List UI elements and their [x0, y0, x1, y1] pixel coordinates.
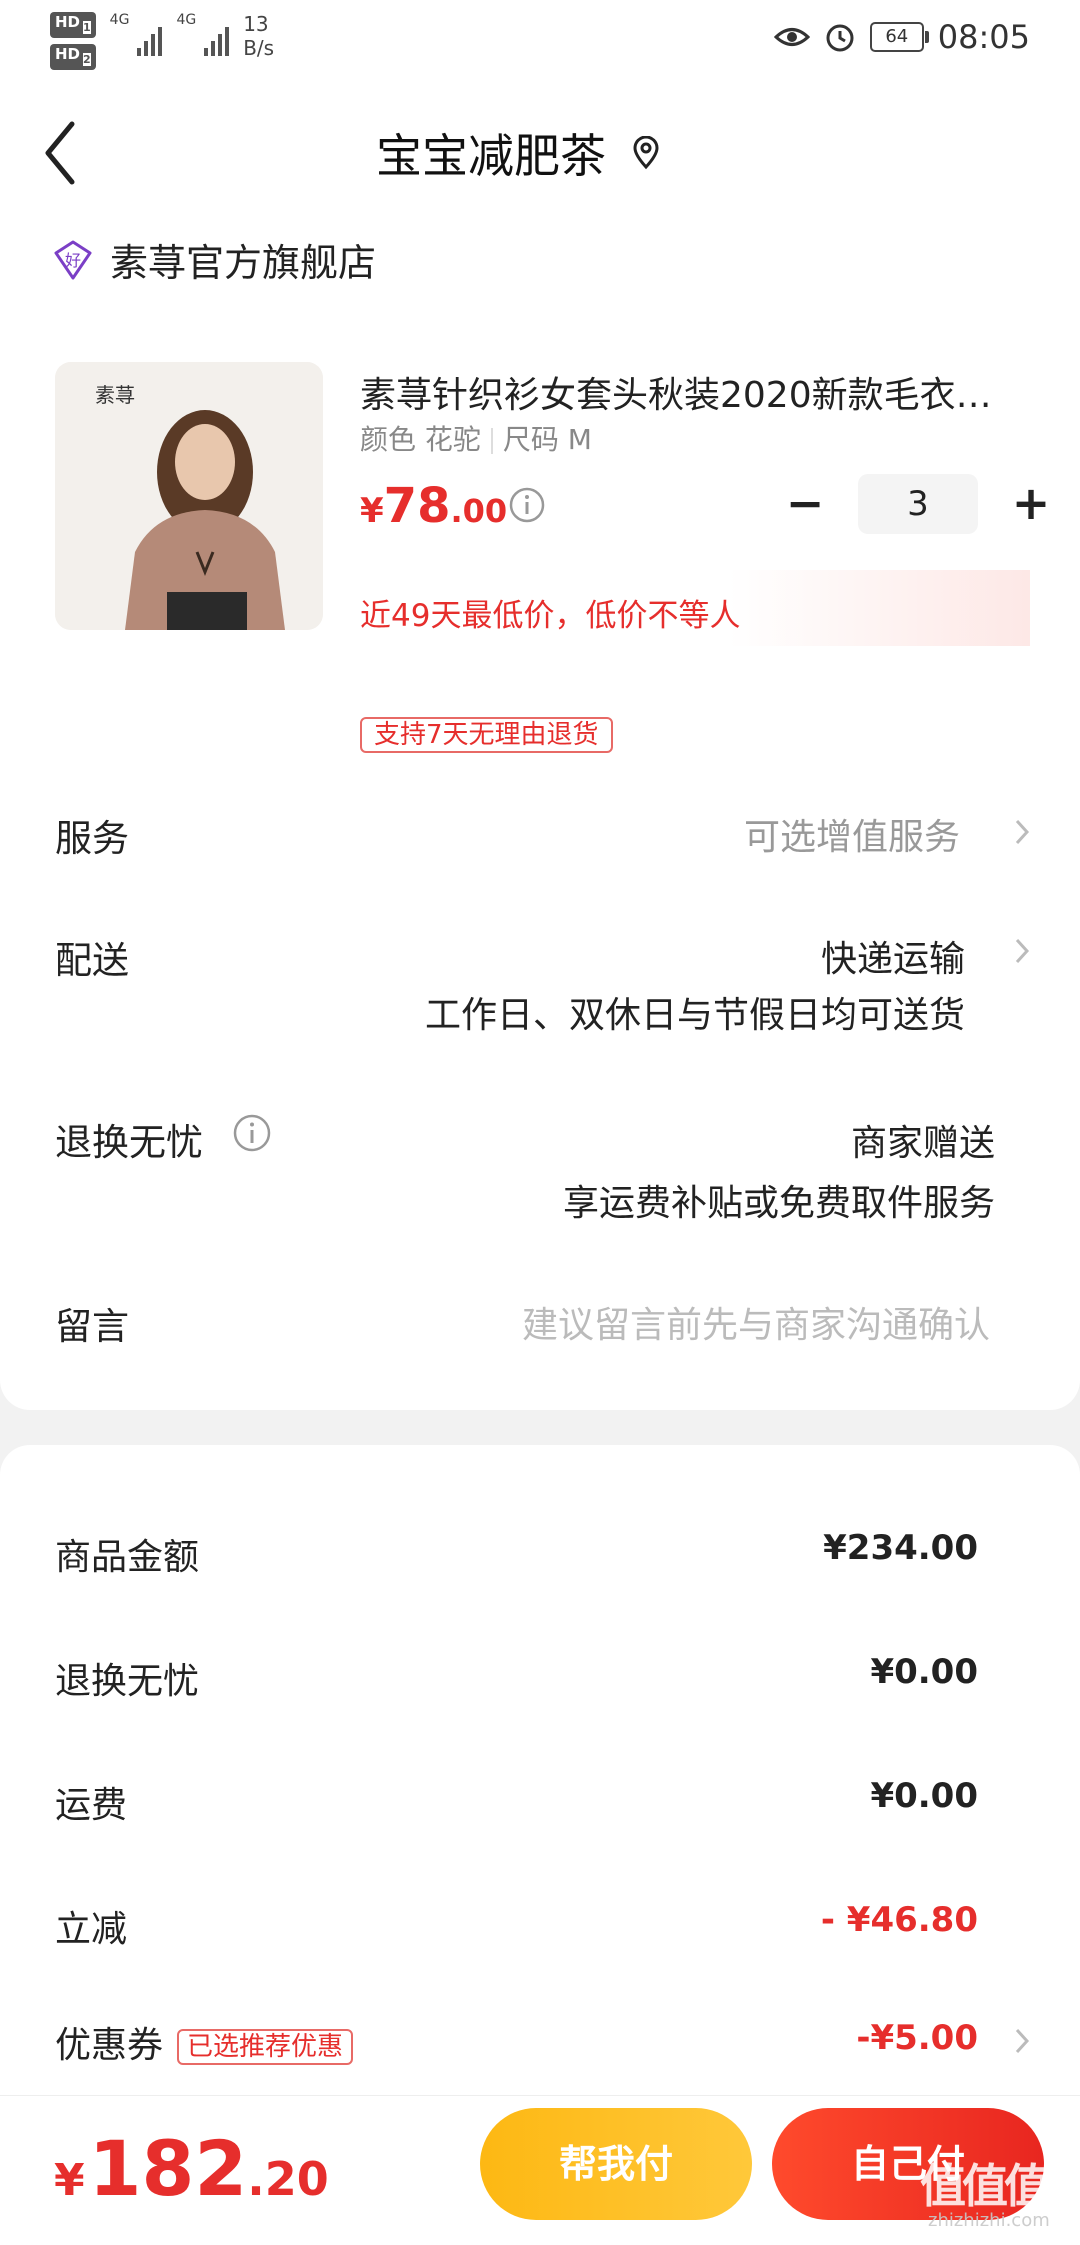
coupon-row[interactable]: 优惠券 已选推荐优惠: [55, 2016, 354, 2068]
product-size: 尺码 M: [502, 423, 592, 456]
page-header[interactable]: 宝宝减肥茶: [376, 120, 660, 186]
coupon-badge: 已选推荐优惠: [177, 2029, 354, 2065]
worry-free-label: 退换无忧: [55, 1121, 203, 1164]
goods-amount-value: ¥234.00: [823, 1528, 978, 1568]
price-info-icon[interactable]: [508, 486, 546, 524]
low-price-banner: 近49天最低价，低价不等人: [360, 570, 1030, 646]
worry-free-value: 商家赠送: [850, 1123, 995, 1164]
goods-amount-label: 商品金额: [55, 1537, 200, 1578]
instant-discount-label: 立减: [55, 1909, 128, 1950]
shop-row[interactable]: 好 素荨官方旗舰店: [52, 232, 376, 287]
clock: 08:05: [937, 18, 1030, 56]
shop-badge-icon: 好: [54, 240, 92, 279]
delivery-value[interactable]: 快递运输: [821, 930, 965, 982]
quantity-minus-button[interactable]: −: [780, 474, 830, 534]
coupon-label: 优惠券: [55, 2025, 164, 2066]
shipping-fee-value: ¥0.00: [870, 1776, 978, 1816]
quantity-stepper: − 3 +: [780, 474, 1056, 534]
product-color: 颜色 花驼: [360, 423, 481, 456]
message-label: 留言: [55, 1305, 129, 1348]
svg-text:素荨: 素荨: [95, 383, 135, 407]
signal-2-icon: 4G: [176, 12, 230, 56]
network-speed: 13 B/s: [243, 12, 275, 60]
product-title[interactable]: 素荨针织衫女套头秋装2020新款毛衣…: [360, 366, 1030, 418]
total-price: ¥182.20: [54, 2124, 329, 2213]
delivery-chevron-icon[interactable]: [1012, 934, 1032, 968]
alarm-icon: [826, 24, 854, 52]
worry-free-info-icon[interactable]: [232, 1113, 272, 1153]
product-spec[interactable]: 颜色 花驼 尺码 M: [360, 418, 592, 458]
return-policy-tag: 支持7天无理由退货: [360, 717, 613, 753]
battery-icon: 64: [869, 22, 929, 52]
quantity-plus-button[interactable]: +: [1006, 474, 1056, 534]
coupon-value[interactable]: -¥5.00: [856, 2018, 978, 2058]
worry-free-fee-label: 退换无忧: [55, 1661, 200, 1702]
instant-discount-value: - ¥46.80: [820, 1900, 978, 1940]
message-input[interactable]: 建议留言前先与商家沟通确认: [522, 1296, 990, 1348]
product-price: ¥78.00: [360, 478, 508, 534]
sim2-hd-badge: HD 2: [50, 44, 96, 70]
watermark-url: zhizhizhi.com: [928, 2210, 1050, 2231]
delivery-note: 工作日、双休日与节假日均可送货: [424, 995, 965, 1036]
sim1-hd-badge: HD 1: [50, 12, 96, 38]
worry-free-note: 享运费补贴或免费取件服务: [562, 1183, 995, 1224]
quantity-value[interactable]: 3: [858, 474, 978, 534]
back-arrow-icon[interactable]: [40, 118, 80, 188]
delivery-label: 配送: [55, 939, 129, 982]
low-price-note: 近49天最低价，低价不等人: [360, 598, 741, 634]
service-label: 服务: [55, 817, 129, 860]
shop-name: 素荨官方旗舰店: [110, 241, 377, 285]
help-pay-button[interactable]: 帮我付: [480, 2108, 752, 2220]
shipping-fee-label: 运费: [55, 1785, 128, 1826]
page-title: 宝宝减肥茶: [376, 129, 606, 183]
product-image[interactable]: 素荨: [55, 362, 323, 630]
service-value[interactable]: 可选增值服务: [744, 808, 960, 860]
coupon-chevron-icon[interactable]: [1012, 2024, 1032, 2058]
signal-1-icon: 4G: [110, 12, 163, 56]
worry-free-fee-value: ¥0.00: [870, 1652, 978, 1692]
svg-text:好: 好: [65, 251, 81, 270]
eye-icon: [773, 28, 810, 46]
watermark-logo: 值值值: [920, 2159, 1050, 2213]
service-chevron-icon[interactable]: [1012, 815, 1032, 849]
location-pin-icon: [633, 136, 659, 170]
status-bar: HD 1 HD 2 4G 4G 13 B/s 64 08:05: [0, 0, 1080, 80]
